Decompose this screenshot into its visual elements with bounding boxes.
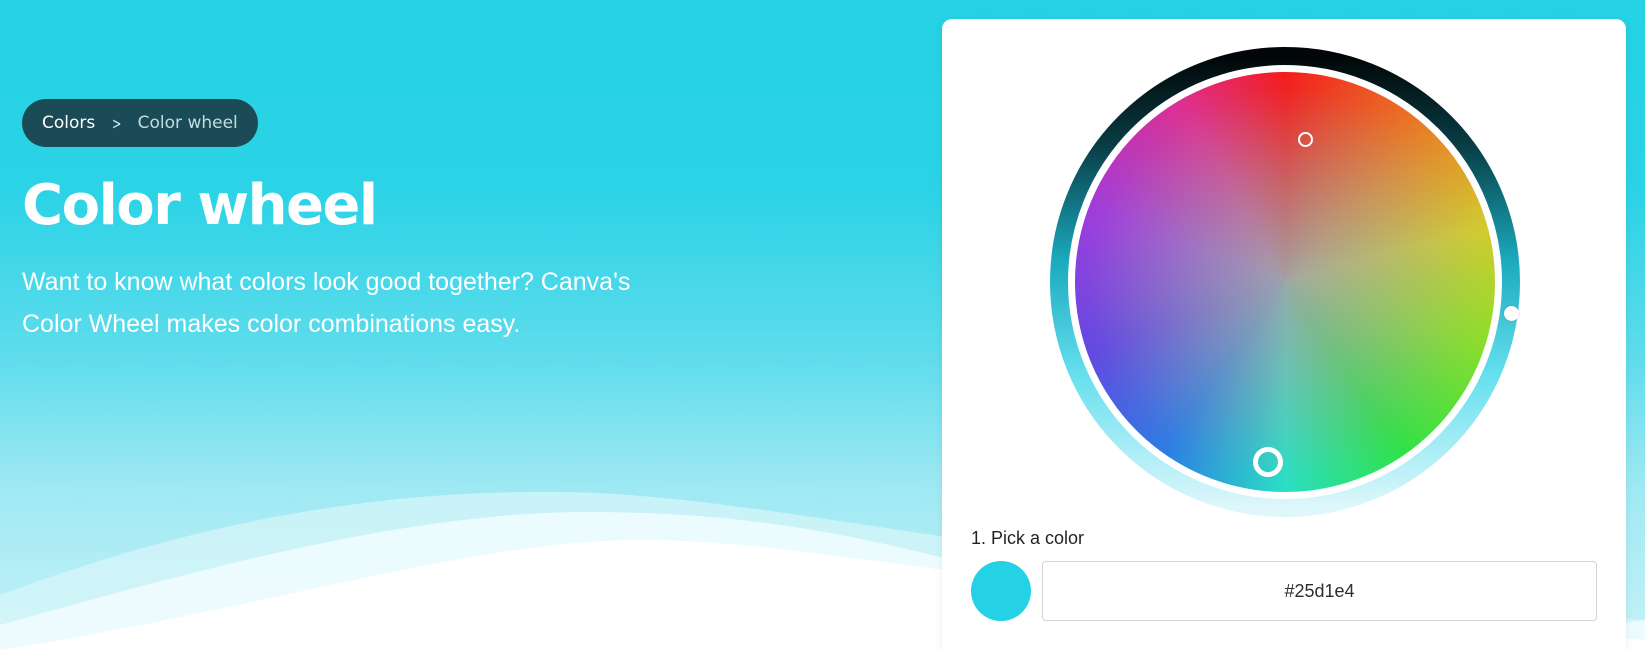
hue-wheel[interactable] bbox=[1075, 72, 1495, 492]
primary-color-handle[interactable] bbox=[1253, 447, 1283, 477]
hero-section: Colors > Color wheel Color wheel Want to… bbox=[22, 99, 702, 345]
breadcrumb-current: Color wheel bbox=[137, 113, 238, 133]
secondary-color-handle[interactable] bbox=[1298, 132, 1313, 147]
chevron-right-icon: > bbox=[112, 113, 122, 133]
selected-color-swatch[interactable] bbox=[971, 561, 1031, 621]
page-subtitle: Want to know what colors look good toget… bbox=[22, 267, 631, 338]
color-wheel-card: 1. Pick a color bbox=[942, 19, 1626, 650]
page-title: Color wheel bbox=[22, 173, 378, 238]
brightness-handle[interactable] bbox=[1504, 306, 1519, 321]
breadcrumb: Colors > Color wheel bbox=[22, 99, 258, 147]
pick-color-label: 1. Pick a color bbox=[971, 528, 1085, 548]
hex-color-input[interactable] bbox=[1042, 561, 1597, 621]
breadcrumb-link-colors[interactable]: Colors bbox=[42, 113, 95, 133]
color-wheel[interactable] bbox=[1050, 47, 1520, 517]
